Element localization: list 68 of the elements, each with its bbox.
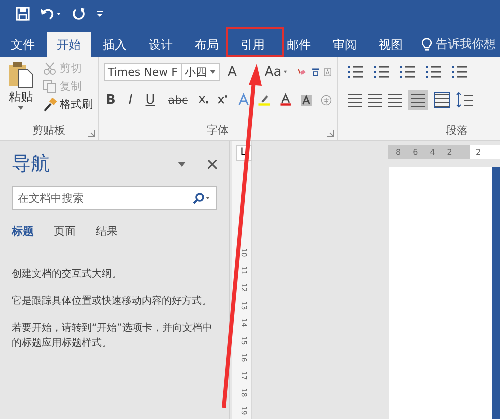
redo-icon[interactable] [72, 7, 86, 21]
pane-options-icon[interactable] [178, 162, 186, 166]
caret-icon[interactable] [210, 70, 216, 74]
ribbon-tab[interactable]: 开始 [47, 32, 91, 57]
distributed-icon[interactable] [434, 92, 450, 108]
search-icon[interactable] [193, 192, 211, 204]
caret-icon[interactable] [284, 70, 288, 74]
underline-button[interactable]: U [144, 92, 158, 108]
close-icon[interactable] [208, 160, 217, 168]
ribbon-tab[interactable]: 设计 [139, 32, 183, 57]
ruler-number: 8 [396, 148, 402, 156]
ribbon-tab[interactable]: 视图 [369, 32, 413, 57]
pane-tab[interactable]: 标题 [12, 224, 34, 239]
justify-icon[interactable] [408, 90, 428, 110]
clipboard-icon[interactable] [8, 61, 34, 89]
ribbon-tab[interactable]: 引用 [231, 32, 275, 57]
paste-button[interactable]: 粘贴 [5, 61, 37, 123]
brush-icon[interactable] [43, 98, 57, 112]
group-label: 段落 [445, 123, 469, 139]
subscript-icon[interactable] [199, 94, 210, 106]
bullets-icon[interactable] [348, 65, 364, 79]
dialog-launcher-icon[interactable] [327, 130, 334, 137]
save-icon[interactable] [16, 7, 30, 21]
text-effects-icon[interactable] [238, 92, 250, 108]
dialog-launcher-icon[interactable] [88, 130, 95, 137]
numbering-icon[interactable] [374, 65, 390, 79]
pane-tab[interactable]: 结果 [96, 224, 118, 239]
ruler-number: 6 [413, 148, 418, 156]
bold-button[interactable]: B [104, 92, 118, 108]
ribbon-tab[interactable]: 布局 [185, 32, 229, 57]
undo-icon[interactable] [40, 7, 62, 21]
painter-button[interactable]: 格式刷 [43, 97, 93, 112]
search-field[interactable]: 在文档中搜索 [12, 186, 217, 210]
character-shading-icon[interactable] [301, 92, 312, 108]
center-icon[interactable] [368, 93, 382, 107]
caret-icon[interactable] [18, 106, 24, 110]
font-size-field[interactable]: 小四 [182, 63, 220, 81]
increase-indent-icon[interactable] [452, 65, 468, 79]
ribbon-tab[interactable]: 邮件 [277, 32, 321, 57]
help-text: 若要开始，请转到“开始”选项卡，并向文档中的标题应用标题样式。 [12, 322, 214, 351]
enclose-character-icon[interactable] [321, 92, 332, 108]
help-text: 它是跟踪具体位置或快速移动内容的好方式。 [12, 294, 213, 309]
grow-font-button[interactable]: A [226, 64, 239, 80]
group-label: 剪贴板 [32, 123, 66, 139]
ruler-number: 4 [430, 148, 436, 156]
ribbon-tab[interactable]: 文件 [1, 32, 45, 57]
align-right-icon[interactable] [388, 93, 402, 107]
font-color-icon[interactable] [280, 92, 292, 108]
ruler-number: 2 [447, 148, 452, 156]
ribbon-tab[interactable]: 插入 [93, 32, 137, 57]
change-case-button[interactable]: Aa [262, 64, 284, 80]
superscript-icon[interactable] [218, 94, 229, 106]
ribbon-tab[interactable]: 审阅 [323, 32, 367, 57]
italic-button[interactable]: I [126, 92, 135, 108]
pane-tab[interactable]: 页面 [54, 224, 76, 239]
pane-title: 导航 [12, 152, 51, 177]
strikethrough-button[interactable]: abc [166, 94, 190, 106]
ruler-number: 2 [476, 148, 482, 156]
line-spacing-icon[interactable] [456, 92, 474, 108]
align-left-icon[interactable] [348, 93, 362, 107]
decrease-indent-icon[interactable] [426, 65, 442, 79]
group-label: 字体 [206, 123, 230, 139]
font-name-field[interactable]: Times New F [104, 63, 182, 81]
help-text: 创建文档的交互式大纲。 [12, 268, 123, 282]
lightbulb-icon[interactable] [422, 38, 432, 52]
customize-icon[interactable] [96, 10, 104, 18]
tell-me-field[interactable]: 告诉我你想 [436, 36, 496, 53]
multilevel-list-icon[interactable] [400, 65, 416, 79]
